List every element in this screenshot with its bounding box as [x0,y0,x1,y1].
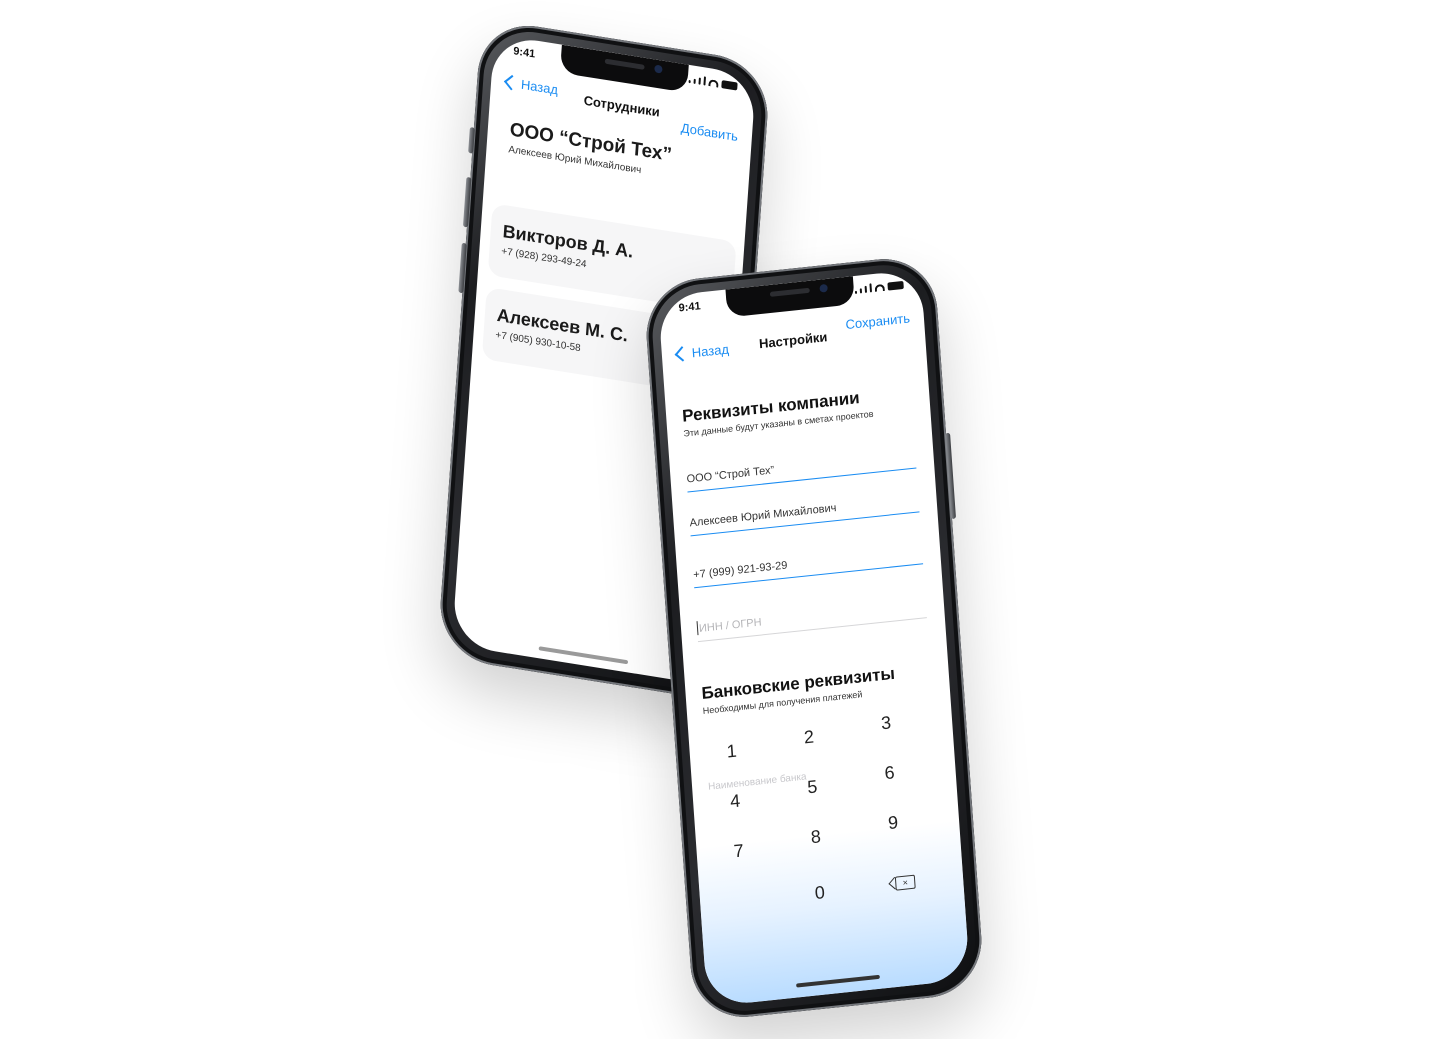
numeric-keypad: 1 2 3 4 5 6 7 8 9 0 × [687,690,971,1007]
key-0[interactable]: 0 [789,880,850,907]
key-8[interactable]: 8 [785,824,846,851]
signal-bar [869,283,873,293]
battery-icon [721,80,738,91]
key-7[interactable]: 7 [708,838,769,865]
phone-settings: 9:41 Назад Настройки Сохранить Реквизиты… [642,253,986,1023]
inn-placeholder: ИНН / ОГРН [698,616,762,635]
wifi-icon [874,283,885,292]
inn-field[interactable]: ИНН / ОГРН [695,588,927,643]
company-name-value: ООО “Строй Тех” [686,464,775,486]
settings-screen: 9:41 Назад Настройки Сохранить Реквизиты… [657,269,971,1007]
phone-value: +7 (999) 921-93-29 [692,559,788,582]
wifi-icon [708,79,719,88]
key-9[interactable]: 9 [863,810,924,837]
company-details-section: Реквизиты компании Эти данные будут указ… [682,382,915,439]
status-icons [688,74,738,91]
mockup-stage: 9:41 Назад Сотрудники Добавить ООО “Стро… [0,0,1440,1039]
backspace-icon[interactable]: × [894,874,916,891]
signal-bar [859,288,863,294]
battery-icon [887,280,904,291]
signal-bar [698,77,701,85]
status-time: 9:41 [512,45,536,61]
key-6[interactable]: 6 [859,760,920,787]
signal-icon [688,79,691,84]
phone-field[interactable]: +7 (999) 921-93-29 [692,534,924,589]
power-button [945,432,957,520]
key-1[interactable]: 1 [701,738,762,765]
status-time: 9:41 [678,300,702,315]
mute-switch [468,126,475,154]
signal-bar [864,285,868,293]
home-indicator [538,646,629,665]
company-header: ООО “Строй Тех” Алексеев Юрий Михайлович [508,119,672,181]
owner-field[interactable]: Алексеев Юрий Михайлович [688,482,920,537]
signal-icon [854,290,858,295]
signal-bar [703,76,707,86]
volume-up-button [462,176,472,228]
status-icons [854,280,904,295]
key-3[interactable]: 3 [856,710,917,737]
volume-down-button [458,242,467,294]
key-2[interactable]: 2 [778,724,839,751]
company-name-field[interactable]: ООО “Строй Тех” [685,438,917,493]
owner-value: Алексеев Юрий Михайлович [689,502,837,530]
signal-bar [693,78,696,85]
